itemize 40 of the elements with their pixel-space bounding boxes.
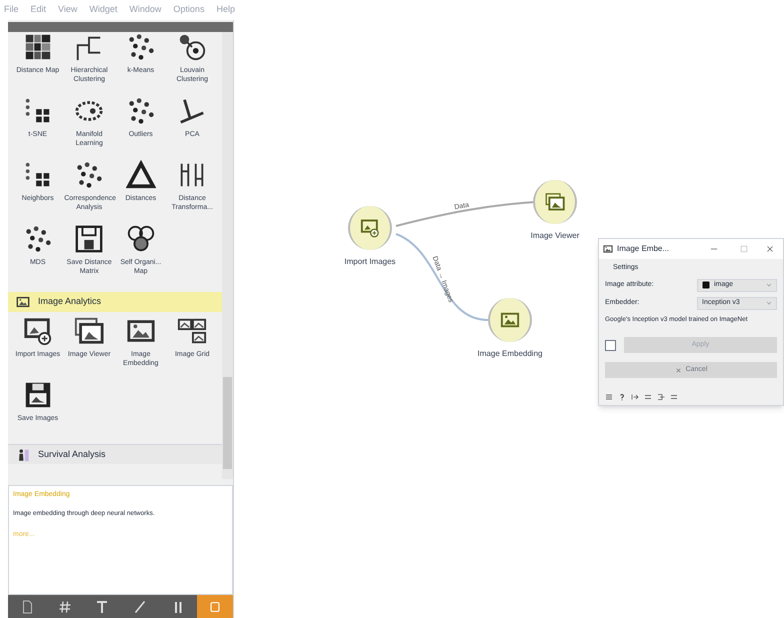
output-icon [657, 393, 665, 401]
scrollbar-thumb[interactable] [223, 377, 232, 469]
target-icon [177, 32, 208, 62]
scrollbar[interactable] [222, 32, 233, 479]
image-icon [603, 244, 613, 254]
node-label: Image Viewer [530, 230, 580, 242]
image-icon [500, 310, 520, 330]
input-icon [631, 393, 639, 401]
category-header[interactable]: Image Analytics [8, 292, 222, 312]
widget-node[interactable] [348, 206, 392, 250]
figure-icon [16, 448, 30, 462]
warning-button[interactable] [196, 595, 233, 618]
category-name: Image Analytics [38, 295, 102, 308]
widget-node[interactable] [488, 298, 532, 342]
images-icon [74, 316, 104, 346]
caret-icon [766, 300, 772, 306]
circles-icon [126, 224, 156, 254]
category-header[interactable]: Survival Analysis [8, 444, 222, 464]
stop-icon [674, 366, 682, 374]
triangle-icon [126, 160, 156, 190]
node-label: Import Images [344, 256, 396, 268]
checkbox[interactable] [605, 340, 616, 351]
image-plus-icon [22, 316, 53, 346]
node-label: Image Embedding [478, 348, 542, 360]
menu-icon [605, 393, 613, 401]
images-icon [545, 192, 565, 212]
caret-icon [766, 282, 772, 288]
category-name: Survival Analysis [38, 448, 106, 461]
window-title: Image Embe... [617, 243, 670, 255]
maximize-icon [739, 244, 749, 254]
data-icon [670, 393, 678, 401]
image-grid-icon [177, 316, 208, 346]
help-icon [618, 393, 626, 401]
data-icon [644, 393, 652, 401]
widget-node[interactable] [533, 180, 577, 224]
hash-icon [56, 598, 73, 614]
image-icon [16, 295, 30, 309]
close-icon [765, 244, 775, 254]
image-type-icon [702, 281, 710, 289]
image-plus-icon [360, 218, 380, 238]
